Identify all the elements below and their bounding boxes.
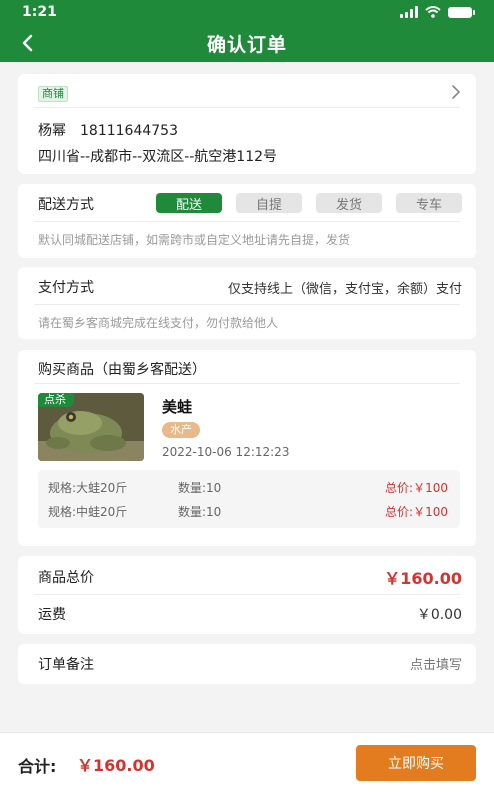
goods-section-title: 购买商品（由蜀乡客配送） <box>38 362 206 378</box>
spec-total: 总价:￥100 <box>385 504 448 519</box>
delivery-option-delivery[interactable]: 配送 <box>156 193 222 213</box>
goods-total-value: ￥160.00 <box>384 569 462 588</box>
goods-time: 2022-10-06 12:12:23 <box>162 445 290 459</box>
spec-label: 规格:中蛙20斤 <box>48 504 128 519</box>
nav-bar: 确认订单 <box>0 24 494 62</box>
payment-description: 仅支持线上（微信，支付宝，余额）支付 <box>227 282 462 297</box>
divider <box>34 383 460 384</box>
status-time: 1:21 <box>22 4 57 20</box>
shop-tag: 商铺 <box>38 86 68 102</box>
divider <box>34 594 460 595</box>
checkout-bar: 合计: ￥160.00 立即购买 <box>0 732 494 794</box>
page-title: 确认订单 <box>206 33 287 56</box>
goods-category-tag: 水产 <box>162 422 200 438</box>
delivery-options: 配送 自提 发货 专车 <box>156 193 462 213</box>
shop-address-card[interactable]: 商铺 杨幂 18111644753 四川省--成都市--双流区--航空港112号 <box>18 74 476 174</box>
chevron-right-icon[interactable] <box>450 84 462 100</box>
goods-name: 美蛙 <box>162 398 193 416</box>
payment-label: 支付方式 <box>38 280 94 296</box>
spec-qty: 数量:10 <box>178 504 222 519</box>
goods-image[interactable]: 点杀 <box>38 393 144 461</box>
goods-total-label: 商品总价 <box>38 570 94 586</box>
divider <box>34 221 460 222</box>
signal-icon <box>400 6 418 18</box>
spec-total: 总价:￥100 <box>385 480 448 495</box>
spec-row: 规格:中蛙20斤 数量:10 总价:￥100 <box>48 501 448 521</box>
order-total-label: 合计: <box>18 757 57 776</box>
goods-total-row: 商品总价 ￥160.00 <box>38 565 462 589</box>
battery-icon <box>448 6 475 18</box>
buy-now-button[interactable]: 立即购买 <box>356 745 476 781</box>
promo-badge: 点杀 <box>38 393 74 407</box>
spec-qty: 数量:10 <box>178 480 222 495</box>
order-remark-card[interactable]: 订单备注 点击填写 <box>18 644 476 684</box>
delivery-option-special-car[interactable]: 专车 <box>396 193 462 213</box>
contact-address: 四川省--成都市--双流区--航空港112号 <box>38 149 278 165</box>
divider <box>34 304 460 305</box>
delivery-option-pickup[interactable]: 自提 <box>236 193 302 213</box>
price-card: 商品总价 ￥160.00 运费 ￥0.00 <box>18 556 476 634</box>
back-button[interactable] <box>14 30 40 56</box>
remark-input-trigger[interactable]: 点击填写 <box>410 654 462 674</box>
status-icons <box>400 6 475 18</box>
contact-info: 杨幂 18111644753 <box>38 120 178 140</box>
freight-row: 运费 ￥0.00 <box>38 604 462 624</box>
payment-hint: 请在蜀乡客商城完成在线支付，勿付款给他人 <box>38 316 279 330</box>
remark-row: 订单备注 点击填写 <box>38 654 462 674</box>
payment-card: 支付方式 仅支持线上（微信，支付宝，余额）支付 请在蜀乡客商城完成在线支付，勿付… <box>18 267 476 339</box>
order-total-value: ￥160.00 <box>77 756 155 775</box>
freight-value: ￥0.00 <box>416 607 462 623</box>
spec-row: 规格:大蛙20斤 数量:10 总价:￥100 <box>48 477 448 497</box>
status-bar: 1:21 <box>0 0 494 24</box>
goods-card: 购买商品（由蜀乡客配送） 点杀 美蛙 水产 2022-10-06 12:12:2… <box>18 350 476 546</box>
delivery-option-ship[interactable]: 发货 <box>316 193 382 213</box>
spec-label: 规格:大蛙20斤 <box>48 480 128 495</box>
divider <box>34 107 460 108</box>
delivery-card: 配送方式 配送 自提 发货 专车 默认同城配送店铺，如需跨市或自定义地址请先自提… <box>18 184 476 258</box>
contact-phone: 18111644753 <box>80 123 178 139</box>
delivery-label: 配送方式 <box>38 197 94 213</box>
freight-label: 运费 <box>38 607 66 623</box>
delivery-hint: 默认同城配送店铺，如需跨市或自定义地址请先自提，发货 <box>38 233 351 247</box>
wifi-icon <box>425 6 441 18</box>
remark-label: 订单备注 <box>38 657 94 673</box>
contact-name: 杨幂 <box>38 123 66 139</box>
chevron-left-icon <box>22 34 33 52</box>
spec-list: 规格:大蛙20斤 数量:10 总价:￥100 规格:中蛙20斤 数量:10 总价… <box>38 470 460 528</box>
